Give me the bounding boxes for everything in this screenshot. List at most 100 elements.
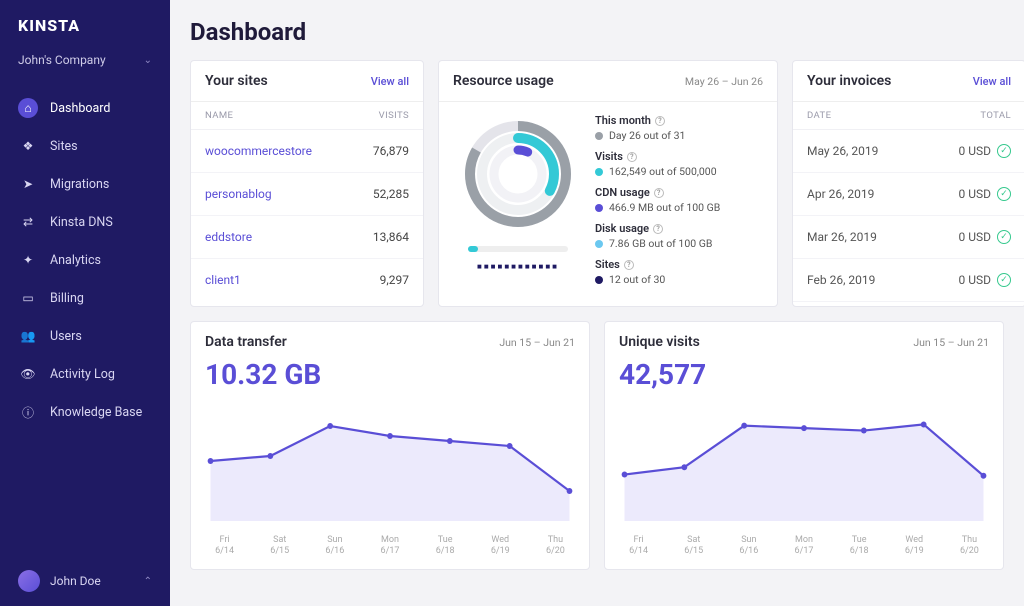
site-visits: 52,285 — [373, 187, 409, 201]
invoice-total: 0 USD — [958, 144, 991, 158]
metric-value: 466.9 MB out of 100 GB — [609, 201, 720, 214]
table-row[interactable]: Apr 26, 20190 USD✓ — [793, 173, 1024, 216]
main-content: Dashboard Your sites View all NAME VISIT… — [170, 0, 1024, 606]
table-row[interactable]: May 26, 2019 0 USD ✓ — [793, 130, 1024, 173]
transfer-card: Data transfer Jun 15 – Jun 21 10.32 GB F… — [190, 321, 590, 570]
col-total: TOTAL — [980, 110, 1011, 121]
chevron-up-icon: ⌃ — [144, 576, 152, 587]
col-name: NAME — [205, 110, 233, 121]
col-visits: VISITS — [379, 110, 409, 121]
sidebar-item-kinsta-dns[interactable]: ⇄Kinsta DNS — [0, 203, 170, 241]
sites-viewall-link[interactable]: View all — [371, 75, 409, 88]
metric-value: 12 out of 30 — [609, 273, 665, 286]
page-title: Dashboard — [190, 18, 1004, 46]
site-link[interactable]: eddstore — [205, 230, 252, 244]
sidebar-item-dashboard[interactable]: ⌂Dashboard — [0, 89, 170, 127]
sidebar: KINSTA John's Company ⌄ ⌂Dashboard ❖ Sites… — [0, 0, 170, 606]
x-label: Wed6/19 — [491, 535, 510, 557]
user-menu[interactable]: John Doe ⌃ — [0, 556, 170, 606]
help-icon[interactable]: ? — [627, 152, 637, 162]
visits-title: Unique visits — [619, 334, 700, 350]
metric-label: Disk usage — [595, 222, 649, 235]
metric-label: Visits — [595, 150, 623, 163]
sidebar-item-billing[interactable]: ▭Billing — [0, 279, 170, 317]
invoice-date: Feb 26, 2019 — [807, 273, 875, 287]
brand-logo: KINSTA — [0, 0, 170, 43]
invoice-total: 0 USD — [958, 230, 991, 244]
x-label: Mon6/17 — [381, 535, 400, 557]
sidebar-item-activity-log[interactable]: 👁Activity Log — [0, 355, 170, 393]
company-name: John's Company — [18, 53, 106, 67]
nav-label: Sites — [50, 139, 78, 154]
legend-dot — [595, 132, 603, 140]
check-icon: ✓ — [997, 273, 1011, 287]
activity-log-icon: 👁 — [18, 364, 38, 384]
invoice-total: 0 USD — [958, 187, 991, 201]
metric-month: This month ?Day 26 out of 31 — [595, 114, 763, 142]
visits-chart: Fri6/14Sat6/15Sun6/16Mon6/17Tue6/18Wed6/… — [605, 391, 1003, 569]
table-row[interactable]: Feb 26, 2019 0 USD ✓ — [793, 259, 1024, 302]
metric-value: 162,549 out of 500,000 — [609, 165, 717, 178]
sidebar-item-migrations[interactable]: ➤Migrations — [0, 165, 170, 203]
x-label: Thu6/20 — [546, 535, 565, 557]
x-label: Fri6/14 — [215, 535, 234, 557]
help-icon[interactable]: ? — [655, 116, 665, 126]
help-icon[interactable]: ? — [653, 224, 663, 234]
metric-cdn: CDN usage ?466.9 MB out of 100 GB — [595, 186, 763, 214]
help-icon[interactable]: ? — [624, 260, 634, 270]
legend-dot — [595, 240, 603, 248]
site-visits: 76,879 — [373, 144, 409, 158]
site-link[interactable]: client1 — [205, 273, 241, 287]
nav-label: Knowledge Base — [50, 405, 142, 420]
table-row[interactable]: personablog 52,285 — [191, 173, 423, 216]
x-label: Sat6/15 — [270, 535, 289, 557]
sites-card-title: Your sites — [205, 73, 268, 89]
legend-dot — [595, 204, 603, 212]
legend-dot — [595, 168, 603, 176]
kinsta-dns-icon: ⇄ — [18, 212, 38, 232]
legend-dot — [595, 276, 603, 284]
sidebar-item-analytics[interactable]: ✦Analytics — [0, 241, 170, 279]
x-label: Wed6/19 — [905, 535, 924, 557]
analytics-icon: ✦ — [18, 250, 38, 270]
sites-icon: ❖ — [18, 136, 38, 156]
table-row[interactable]: client19,297 — [191, 259, 423, 301]
site-link[interactable]: personablog — [205, 187, 272, 201]
knowledge-base-icon: ⓘ — [18, 402, 38, 422]
check-icon: ✓ — [997, 187, 1011, 201]
nav-label: Dashboard — [50, 101, 110, 116]
invoices-card: Your invoices View all DATE TOTAL May 26… — [792, 60, 1024, 307]
users-icon: 👥 — [18, 326, 38, 346]
site-visits: 13,864 — [373, 230, 409, 244]
x-label: Sat6/15 — [684, 535, 703, 557]
invoice-date: May 26, 2019 — [807, 144, 878, 158]
help-icon[interactable]: ? — [654, 188, 664, 198]
sidebar-item-knowledge-base[interactable]: ⓘ Knowledge Base — [0, 393, 170, 431]
nav-label: Users — [50, 329, 82, 344]
chevron-down-icon: ⌄ — [144, 55, 152, 66]
visits-range: Jun 15 – Jun 21 — [913, 336, 989, 349]
metric-disk: Disk usage ?7.86 GB out of 100 GB — [595, 222, 763, 250]
x-label: Fri6/14 — [629, 535, 648, 557]
sidebar-item-sites[interactable]: ❖ Sites — [0, 127, 170, 165]
table-row[interactable]: woocommercestore 76,879 — [191, 130, 423, 173]
table-row[interactable]: Mar 26, 20190 USD✓ — [793, 216, 1024, 259]
usage-card: Resource usage May 26 – Jun 26 — [438, 60, 778, 307]
invoice-total: 0 USD — [958, 273, 991, 287]
usage-donut-chart — [458, 114, 578, 234]
check-icon: ✓ — [997, 144, 1011, 158]
avatar — [18, 570, 40, 592]
company-switcher[interactable]: John's Company ⌄ — [0, 43, 170, 83]
sidebar-nav: ⌂Dashboard ❖ Sites ➤Migrations⇄Kinsta DNS✦A… — [0, 83, 170, 431]
metric-sites: Sites ?12 out of 30 — [595, 258, 763, 286]
sidebar-item-users[interactable]: 👥 Users — [0, 317, 170, 355]
table-row[interactable]: eddstore 13,864 — [191, 216, 423, 259]
invoices-card-title: Your invoices — [807, 73, 891, 89]
x-label: Sun6/16 — [325, 535, 344, 557]
billing-icon: ▭ — [18, 288, 38, 308]
site-link[interactable]: woocommercestore — [205, 144, 312, 158]
metric-visits: Visits ? 162,549 out of 500,000 — [595, 150, 763, 178]
invoices-viewall-link[interactable]: View all — [973, 75, 1011, 88]
usage-date-range: May 26 – Jun 26 — [685, 75, 763, 88]
migrations-icon: ➤ — [18, 174, 38, 194]
